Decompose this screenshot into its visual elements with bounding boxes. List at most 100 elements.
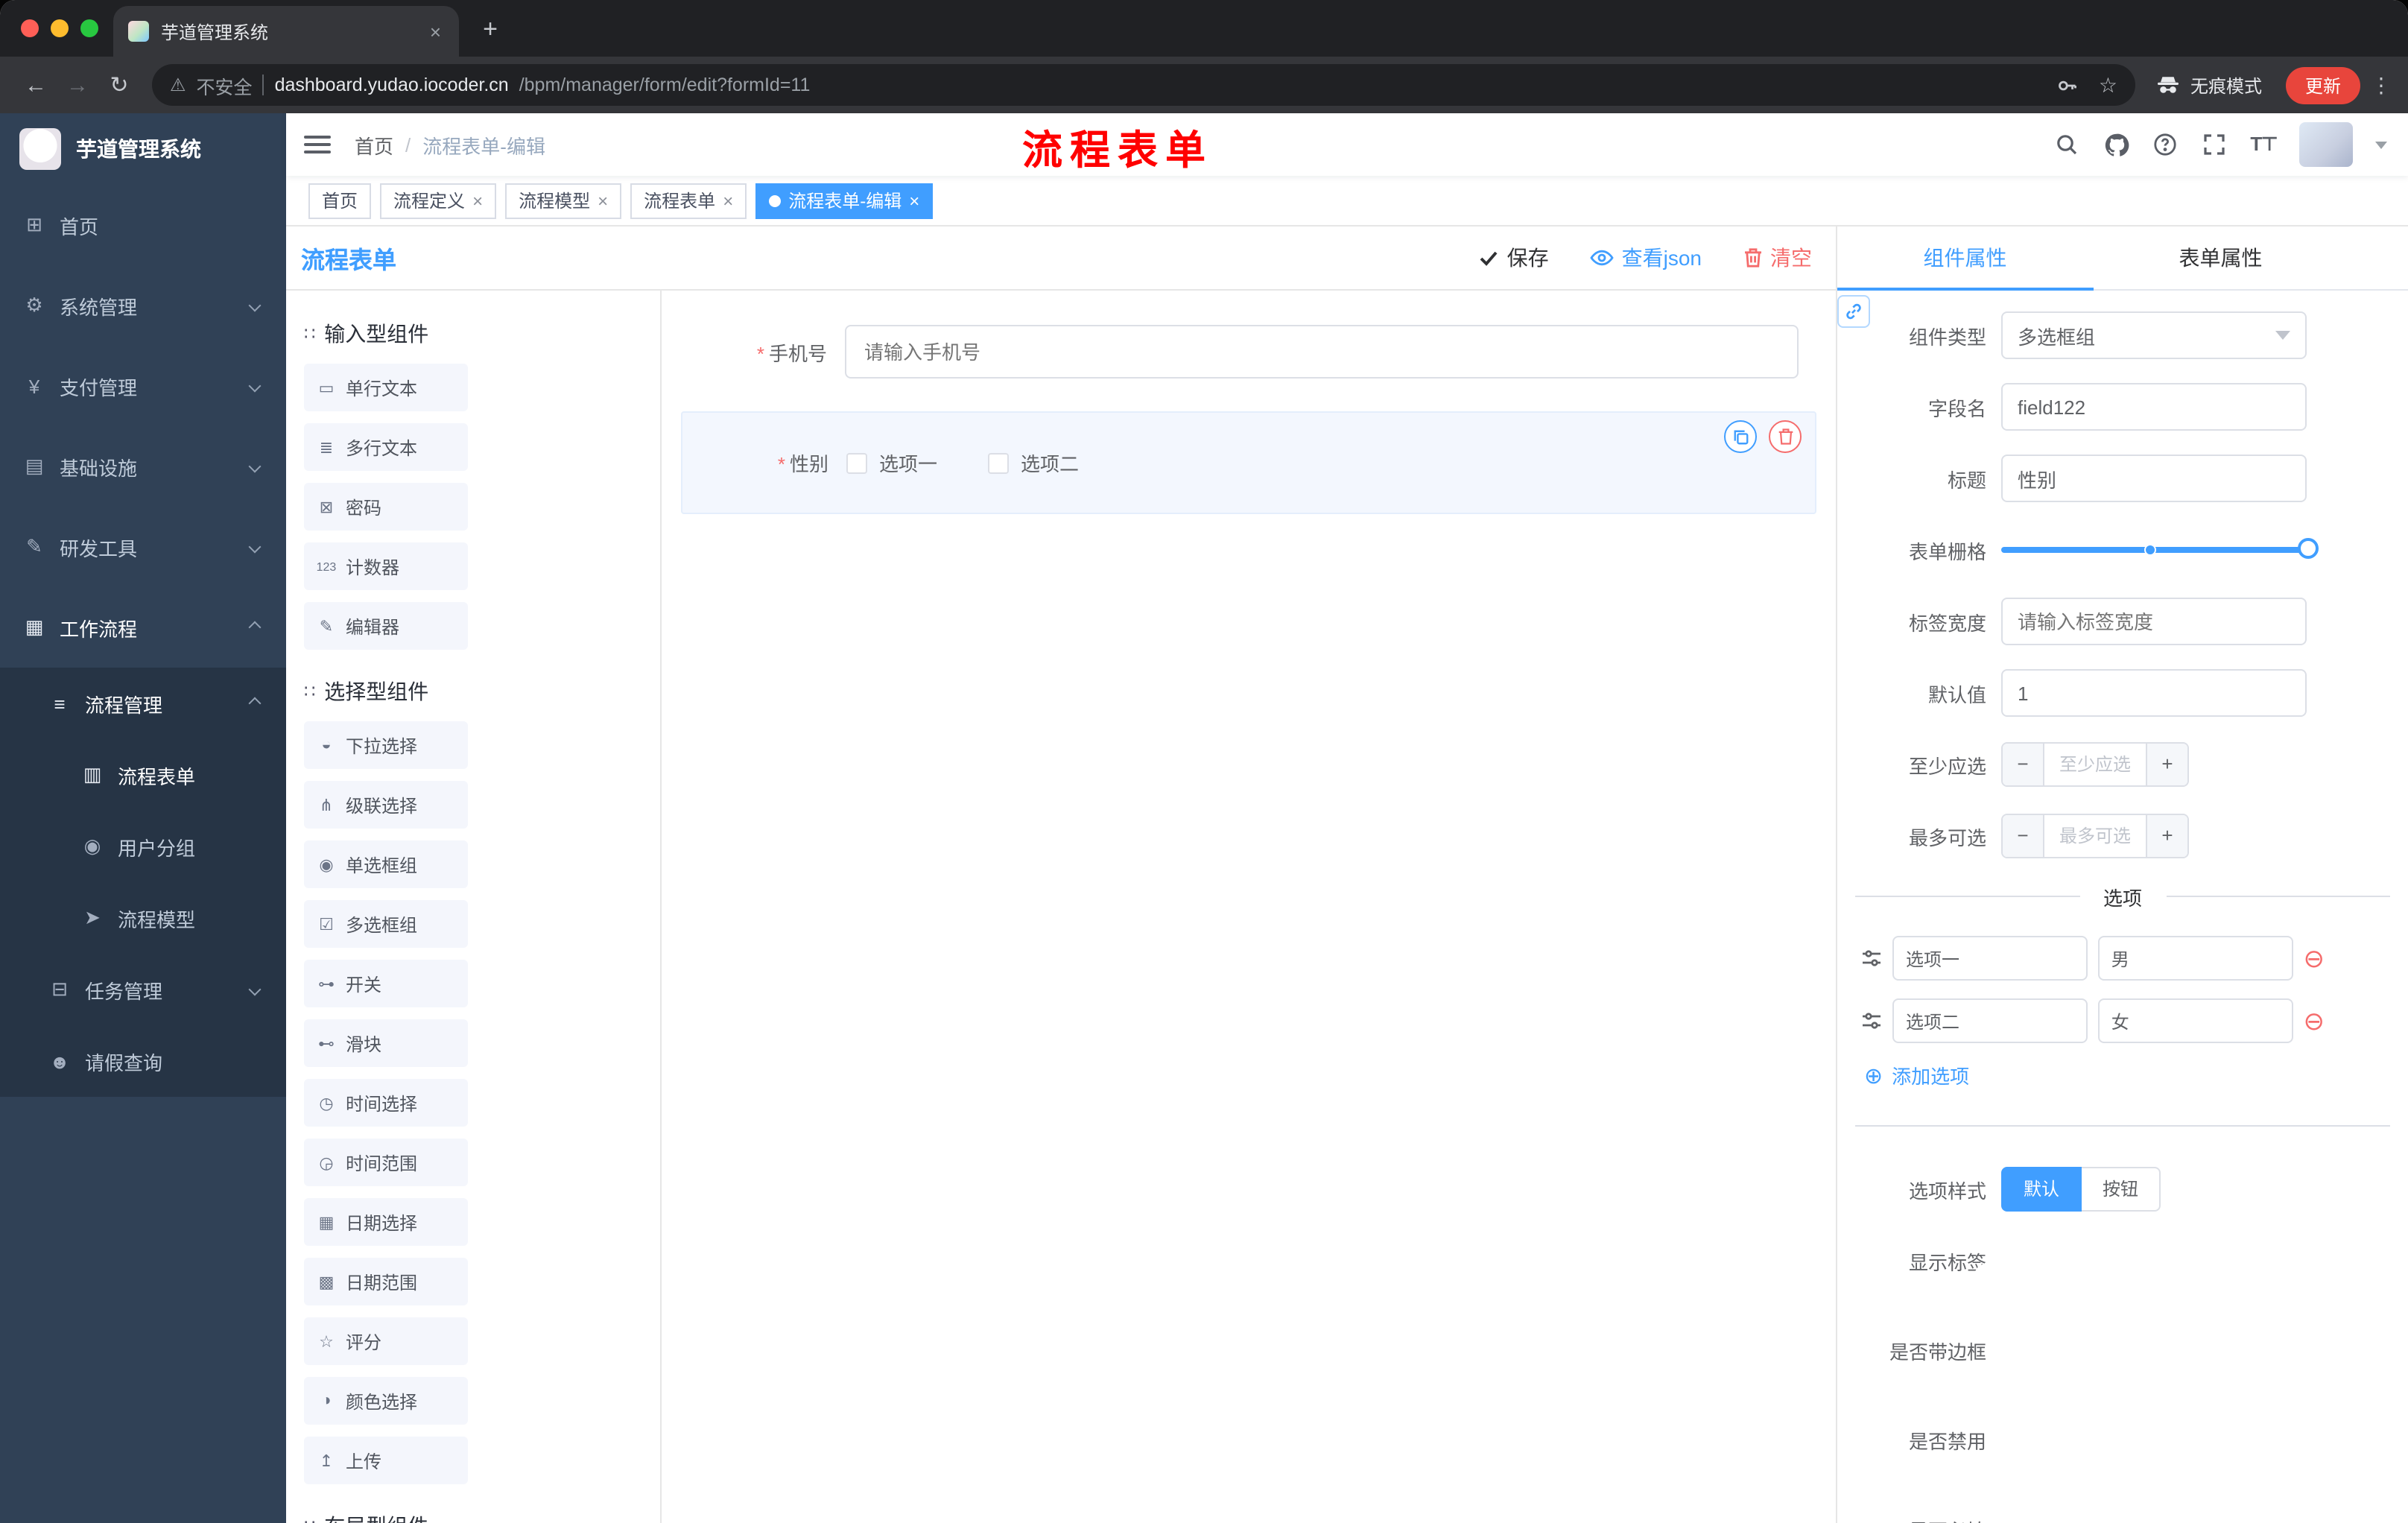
min-select-value[interactable]: 至少应选 bbox=[2044, 744, 2146, 785]
min-select-stepper[interactable]: − 至少应选 + bbox=[2001, 742, 2189, 787]
reload-button[interactable]: ↻ bbox=[98, 72, 140, 98]
sidebar-item-payment-management[interactable]: ¥ 支付管理 bbox=[0, 346, 286, 426]
canvas-field-phone[interactable]: 手机号 bbox=[681, 311, 1816, 392]
palette-item-time-range[interactable]: ◶ 时间范围 bbox=[304, 1139, 468, 1186]
gender-option2-checkbox[interactable]: 选项二 bbox=[988, 449, 1079, 477]
phone-input[interactable] bbox=[845, 325, 1799, 379]
external-link-button[interactable] bbox=[1837, 295, 1870, 328]
browser-tab[interactable]: 芋道管理系统 × bbox=[113, 6, 459, 57]
password-key-icon[interactable] bbox=[2054, 72, 2081, 98]
sidebar-item-process-form[interactable]: ▥ 流程表单 bbox=[0, 739, 286, 811]
sidebar-item-workflow[interactable]: ▦ 工作流程 bbox=[0, 587, 286, 668]
sidebar-item-home[interactable]: ⊞ 首页 bbox=[0, 185, 286, 265]
style-default-button[interactable]: 默认 bbox=[2001, 1167, 2082, 1212]
title-input[interactable] bbox=[2001, 455, 2307, 502]
new-tab-button[interactable]: + bbox=[471, 10, 510, 49]
close-tag-icon[interactable]: × bbox=[472, 190, 483, 211]
remove-option-button[interactable]: ⊖ bbox=[2304, 1008, 2325, 1033]
back-button[interactable]: ← bbox=[15, 72, 57, 98]
fullscreen-icon[interactable] bbox=[2201, 131, 2228, 158]
browser-menu-button[interactable]: ⋮ bbox=[2369, 72, 2393, 98]
increase-button[interactable]: + bbox=[2146, 744, 2187, 785]
palette-item-cascader[interactable]: ⋔ 级联选择 bbox=[304, 781, 468, 829]
option-value-input[interactable] bbox=[2097, 936, 2293, 981]
gender-option1-checkbox[interactable]: 选项一 bbox=[846, 449, 937, 477]
max-select-value[interactable]: 最多可选 bbox=[2044, 815, 2146, 857]
palette-item-checkbox-group[interactable]: ☑ 多选框组 bbox=[304, 900, 468, 948]
remove-option-button[interactable]: ⊖ bbox=[2304, 946, 2325, 971]
form-canvas[interactable]: 手机号 bbox=[662, 291, 1836, 1523]
tag-process-form[interactable]: 流程表单 × bbox=[630, 183, 747, 218]
tag-process-model[interactable]: 流程模型 × bbox=[505, 183, 622, 218]
field-name-input[interactable] bbox=[2001, 383, 2307, 431]
close-tag-icon[interactable]: × bbox=[909, 190, 919, 211]
canvas-field-gender-selected[interactable]: 性别 选项一 选项二 bbox=[681, 411, 1816, 514]
sidebar-item-leave-query[interactable]: ☻ 请假查询 bbox=[0, 1025, 286, 1097]
avatar-caret-icon[interactable] bbox=[2375, 141, 2387, 148]
breadcrumb-home[interactable]: 首页 bbox=[355, 130, 393, 159]
close-tag-icon[interactable]: × bbox=[723, 190, 733, 211]
font-size-icon[interactable]: T⊤ bbox=[2250, 133, 2278, 156]
close-tab-icon[interactable]: × bbox=[427, 20, 444, 42]
address-bar[interactable]: ⚠ 不安全 dashboard.yudao.iocoder.cn /bpm/ma… bbox=[152, 64, 2135, 106]
decrease-button[interactable]: − bbox=[2003, 744, 2044, 785]
security-warning-icon[interactable]: ⚠ bbox=[170, 75, 186, 95]
label-width-input[interactable] bbox=[2001, 598, 2307, 645]
drag-handle-icon[interactable] bbox=[1861, 1010, 1882, 1031]
palette-item-counter[interactable]: 123 计数器 bbox=[304, 542, 468, 590]
slider-handle[interactable] bbox=[2298, 538, 2319, 559]
tag-process-definition[interactable]: 流程定义 × bbox=[380, 183, 497, 218]
palette-item-time-picker[interactable]: ◷ 时间选择 bbox=[304, 1079, 468, 1127]
palette-item-color-picker[interactable]: ◑ 颜色选择 bbox=[304, 1377, 468, 1425]
palette-item-rate[interactable]: ☆ 评分 bbox=[304, 1317, 468, 1365]
bookmark-star-icon[interactable]: ☆ bbox=[2099, 72, 2117, 98]
decrease-button[interactable]: − bbox=[2003, 815, 2044, 857]
sidebar-item-dev-tools[interactable]: ✎ 研发工具 bbox=[0, 507, 286, 587]
default-value-input[interactable] bbox=[2001, 669, 2307, 717]
sidebar-item-infrastructure[interactable]: ▤ 基础设施 bbox=[0, 426, 286, 507]
sidebar-item-task-management[interactable]: ⊟ 任务管理 bbox=[0, 954, 286, 1025]
palette-item-date-picker[interactable]: ▦ 日期选择 bbox=[304, 1198, 468, 1246]
option-value-input[interactable] bbox=[2097, 998, 2293, 1043]
palette-item-radio-group[interactable]: ◉ 单选框组 bbox=[304, 840, 468, 888]
avatar[interactable] bbox=[2299, 122, 2353, 167]
github-icon[interactable] bbox=[2103, 131, 2129, 158]
minimize-window-button[interactable] bbox=[51, 19, 69, 37]
app-logo-row[interactable]: 芋道管理系统 bbox=[0, 113, 286, 185]
form-grid-slider[interactable] bbox=[2001, 526, 2319, 574]
tab-form-props[interactable]: 表单属性 bbox=[2093, 227, 2348, 289]
drag-handle-icon[interactable] bbox=[1861, 948, 1882, 969]
palette-item-single-line-text[interactable]: ▭ 单行文本 bbox=[304, 364, 468, 411]
close-tag-icon[interactable]: × bbox=[598, 190, 608, 211]
sidebar-item-process-model[interactable]: ➤ 流程模型 bbox=[0, 882, 286, 954]
palette-item-password[interactable]: ⊠ 密码 bbox=[304, 483, 468, 531]
tag-process-form-edit[interactable]: 流程表单-编辑 × bbox=[755, 183, 934, 218]
tab-component-props[interactable]: 组件属性 bbox=[1837, 227, 2093, 291]
add-option-link[interactable]: ⊕ 添加选项 bbox=[1837, 1061, 2408, 1089]
sidebar-item-process-management[interactable]: ≡ 流程管理 bbox=[0, 668, 286, 739]
zoom-window-button[interactable] bbox=[80, 19, 98, 37]
increase-button[interactable]: + bbox=[2146, 815, 2187, 857]
option-label-input[interactable] bbox=[1892, 936, 2088, 981]
forward-button[interactable]: → bbox=[57, 72, 98, 98]
view-json-button[interactable]: 查看json bbox=[1590, 243, 1702, 273]
option-label-input[interactable] bbox=[1892, 998, 2088, 1043]
sidebar-item-user-group[interactable]: ◉ 用户分组 bbox=[0, 811, 286, 882]
max-select-stepper[interactable]: − 最多可选 + bbox=[2001, 814, 2189, 858]
style-button-button[interactable]: 按钮 bbox=[2082, 1167, 2161, 1212]
delete-component-button[interactable] bbox=[1769, 420, 1802, 453]
clear-button[interactable]: 清空 bbox=[1743, 243, 1812, 273]
palette-item-slider[interactable]: ⊷ 滑块 bbox=[304, 1019, 468, 1067]
search-icon[interactable] bbox=[2053, 131, 2080, 158]
sidebar-fold-icon[interactable] bbox=[304, 136, 331, 153]
palette-item-switch[interactable]: ⊶ 开关 bbox=[304, 960, 468, 1007]
component-type-select[interactable]: 多选框组 bbox=[2001, 311, 2307, 359]
palette-item-multi-line-text[interactable]: ≣ 多行文本 bbox=[304, 423, 468, 471]
copy-component-button[interactable] bbox=[1724, 420, 1757, 453]
palette-item-editor[interactable]: ✎ 编辑器 bbox=[304, 602, 468, 650]
palette-item-select[interactable]: ◒ 下拉选择 bbox=[304, 721, 468, 769]
save-button[interactable]: 保存 bbox=[1479, 243, 1549, 273]
palette-item-date-range[interactable]: ▩ 日期范围 bbox=[304, 1258, 468, 1305]
help-icon[interactable] bbox=[2152, 131, 2179, 158]
sidebar-item-system-management[interactable]: ⚙ 系统管理 bbox=[0, 265, 286, 346]
